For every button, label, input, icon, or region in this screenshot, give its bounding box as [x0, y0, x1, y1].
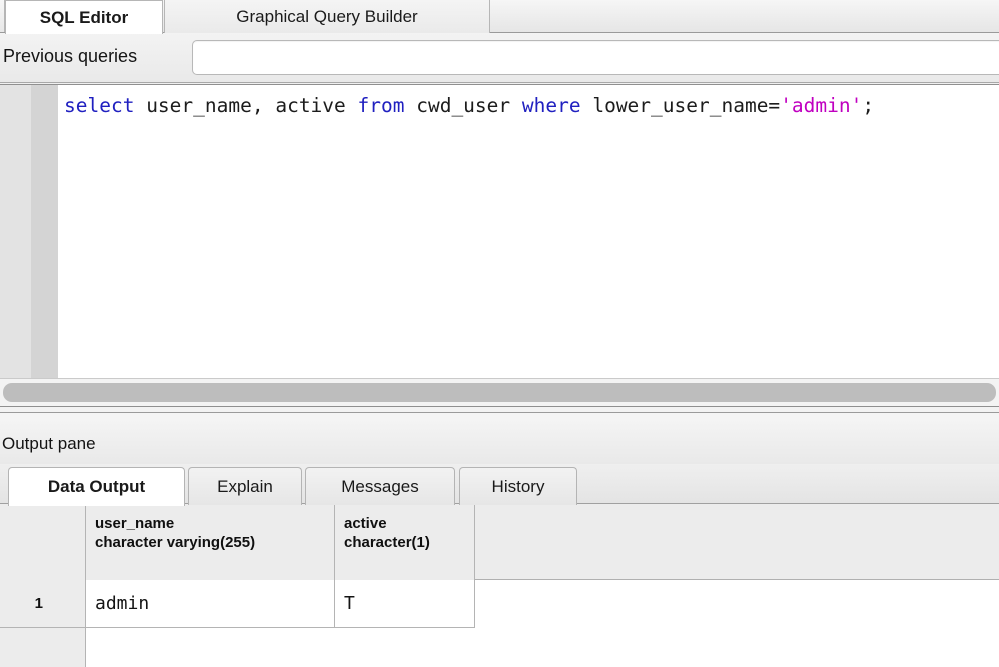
tab-history[interactable]: History — [459, 467, 577, 505]
cell-active[interactable]: T — [335, 580, 475, 628]
results-grid-header-row: user_name character varying(255) active … — [0, 504, 999, 580]
sql-code-line: select user_name, active from cwd_user w… — [64, 94, 874, 117]
sql-token-keyword-4: where — [521, 94, 581, 117]
sql-token-plain-7: ; — [862, 94, 875, 117]
sql-token-plain-3: cwd_user — [404, 94, 522, 117]
column-header-active[interactable]: active character(1) — [335, 504, 475, 580]
column-header-user-name-name: user_name — [95, 515, 175, 532]
editor-code-surface[interactable]: select user_name, active from cwd_user w… — [58, 85, 999, 378]
grid-empty-row-header — [0, 628, 86, 667]
editor-gutter-inner[interactable] — [31, 85, 58, 378]
sql-editor-area[interactable]: select user_name, active from cwd_user w… — [0, 84, 999, 378]
sql-token-keyword-0: select — [64, 94, 135, 117]
previous-queries-row: Previous queries — [0, 33, 999, 83]
sql-token-keyword-2: from — [357, 94, 405, 117]
pane-splitter-handle[interactable] — [0, 406, 999, 419]
column-header-user-name[interactable]: user_name character varying(255) — [86, 504, 335, 580]
column-header-user-name-type: character varying(255) — [95, 534, 256, 551]
table-row[interactable]: 1 admin T — [0, 580, 999, 628]
tab-data-output-label: Data Output — [47, 477, 146, 496]
output-pane: Output pane Data Output Explain Messages… — [0, 419, 999, 667]
tab-explain-label: Explain — [217, 476, 273, 496]
tab-history-label: History — [491, 476, 545, 496]
output-pane-label-bar: Output pane — [0, 419, 999, 464]
previous-queries-combobox[interactable] — [192, 40, 999, 75]
output-pane-label: Output pane — [2, 434, 96, 453]
results-grid[interactable]: user_name character varying(255) active … — [0, 504, 999, 667]
sql-token-string-6: 'admin' — [780, 94, 863, 117]
tab-data-output[interactable]: Data Output — [8, 467, 185, 506]
tab-messages[interactable]: Messages — [305, 467, 455, 505]
tab-messages-label: Messages — [341, 476, 419, 496]
row-header-number[interactable]: 1 — [0, 580, 86, 628]
pgadmin-query-tool-window: SQL Editor Graphical Query Builder Previ… — [0, 0, 999, 667]
tab-graphical-query-builder-label: Graphical Query Builder — [236, 6, 418, 26]
editor-gutter-outer — [0, 85, 31, 378]
main-tab-strip: SQL Editor Graphical Query Builder — [0, 0, 999, 34]
sql-token-plain-5: lower_user_name= — [580, 94, 781, 117]
cell-user-name[interactable]: admin — [86, 580, 335, 628]
output-tab-strip: Data Output Explain Messages History — [0, 464, 999, 506]
tab-graphical-query-builder[interactable]: Graphical Query Builder — [164, 0, 490, 33]
previous-queries-label: Previous queries — [3, 46, 138, 66]
grid-corner-cell[interactable] — [0, 504, 86, 580]
column-header-active-name: active — [344, 515, 387, 532]
tab-explain[interactable]: Explain — [188, 467, 302, 505]
editor-horizontal-scrollbar[interactable] — [0, 378, 999, 406]
editor-horizontal-scrollbar-thumb[interactable] — [3, 383, 996, 402]
tab-sql-editor-label: SQL Editor — [39, 7, 129, 27]
sql-token-plain-1: user_name, active — [134, 94, 358, 117]
tab-sql-editor[interactable]: SQL Editor — [5, 0, 163, 34]
column-header-active-type: character(1) — [344, 534, 430, 551]
